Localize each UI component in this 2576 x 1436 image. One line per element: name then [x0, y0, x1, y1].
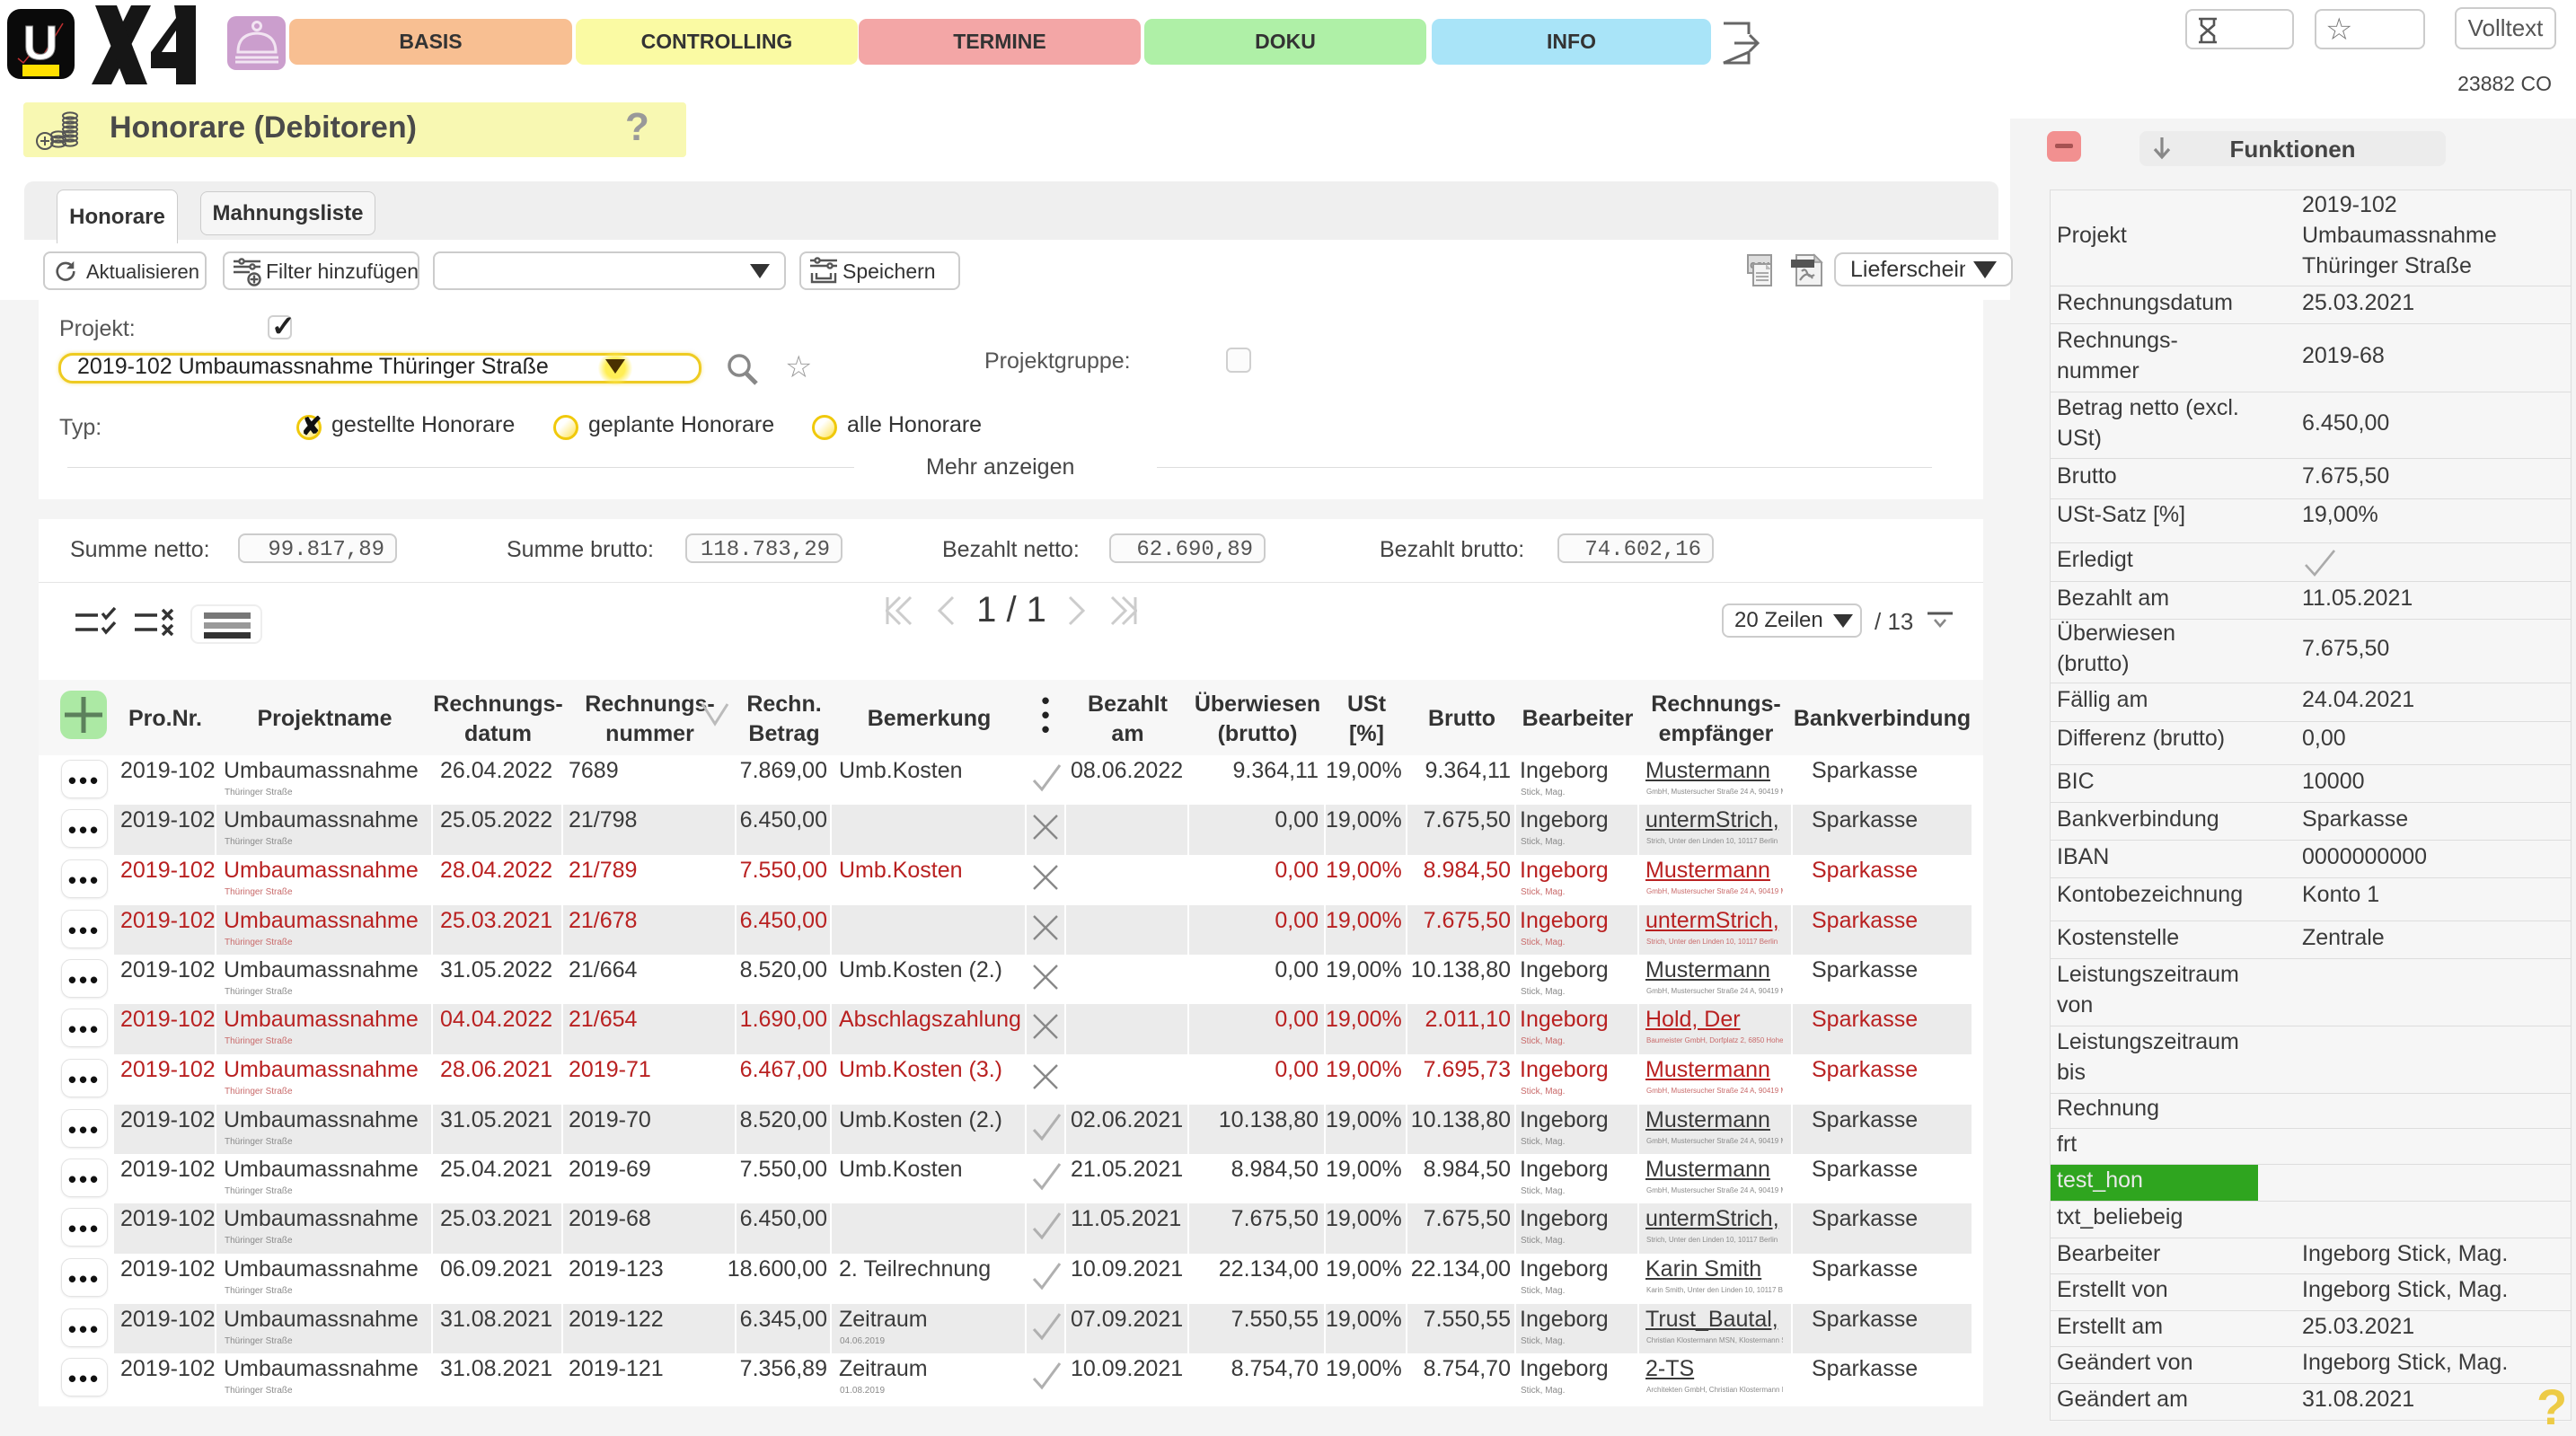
- svg-text:U: U: [23, 16, 58, 70]
